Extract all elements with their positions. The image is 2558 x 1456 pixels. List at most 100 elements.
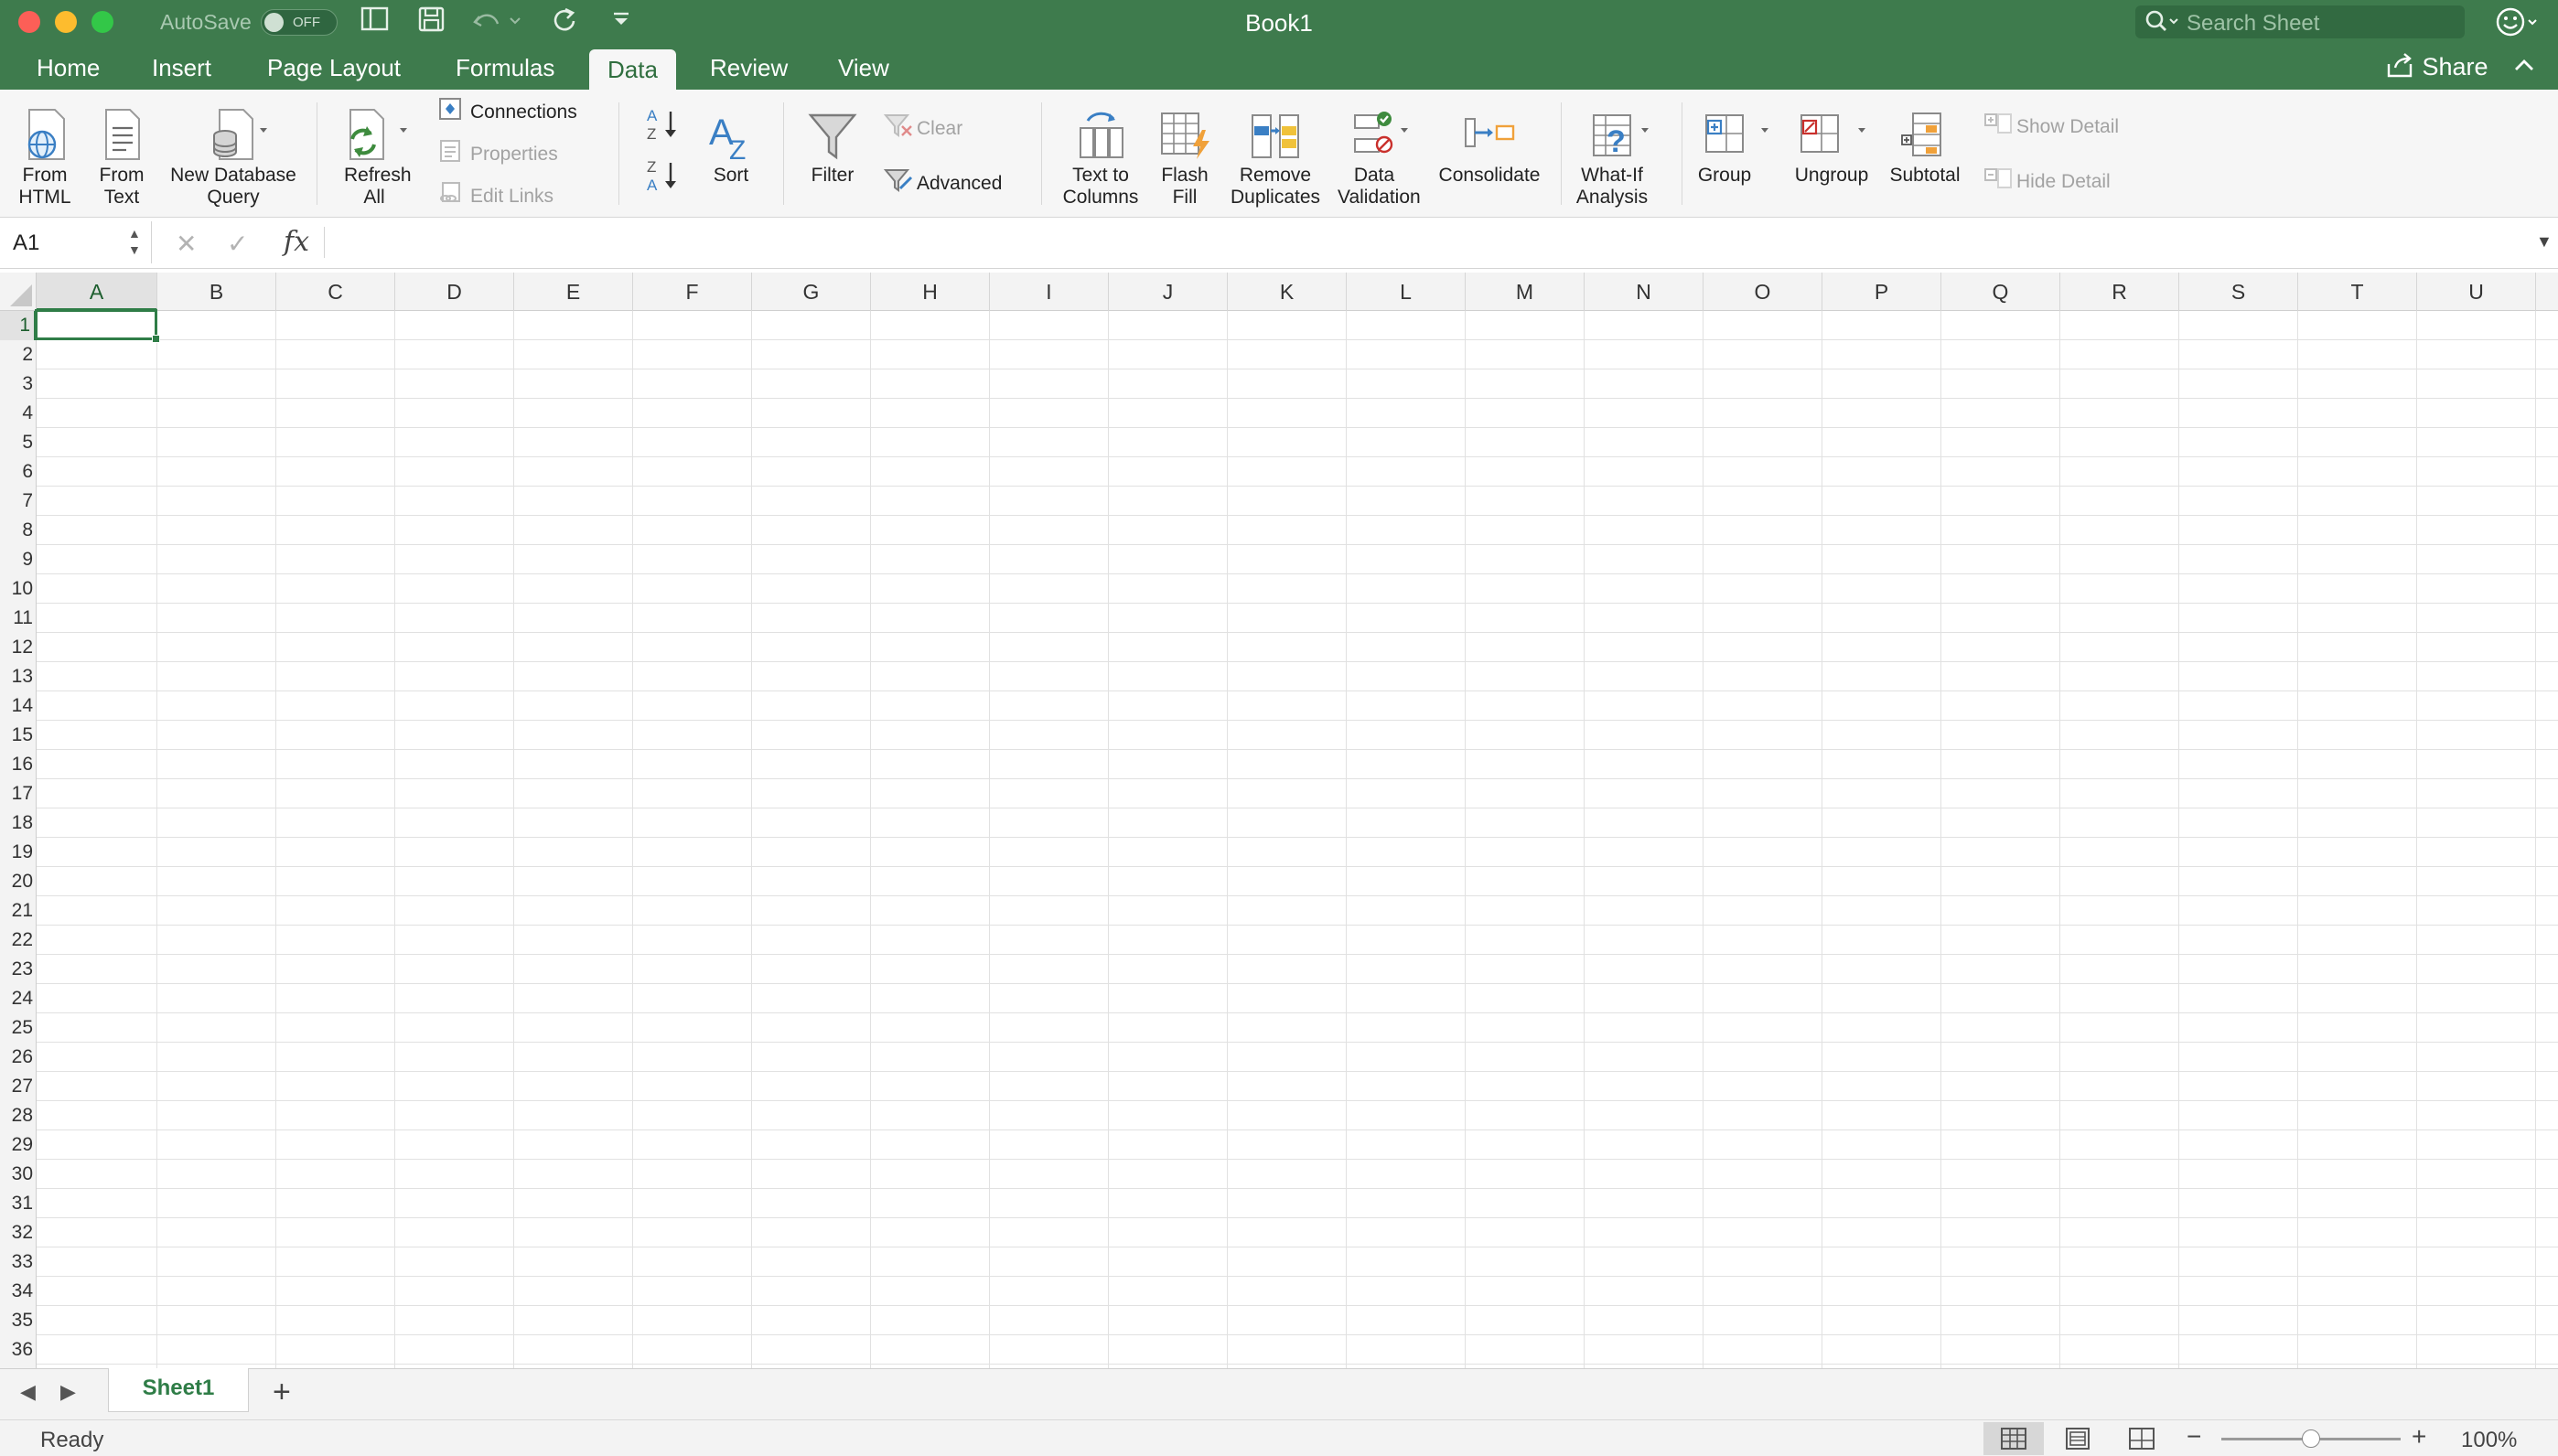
advanced-filter-button[interactable]: Advanced bbox=[883, 166, 1002, 194]
from-html-button[interactable]: From HTML bbox=[9, 104, 81, 209]
page-break-preview-button[interactable] bbox=[2112, 1422, 2172, 1455]
zoom-out-button[interactable]: − bbox=[2187, 1422, 2201, 1451]
row-header-16[interactable]: 16 bbox=[0, 750, 37, 779]
sheet-tab[interactable]: Sheet1 bbox=[108, 1368, 249, 1412]
collapse-ribbon-icon[interactable] bbox=[2512, 51, 2536, 85]
row-header-15[interactable]: 15 bbox=[0, 721, 37, 750]
refresh-all-button[interactable]: Refresh All bbox=[328, 104, 423, 209]
name-box[interactable]: A1 ▲ ▼ bbox=[0, 221, 152, 263]
column-header-a[interactable]: A bbox=[37, 273, 157, 311]
column-header-q[interactable]: Q bbox=[1941, 273, 2060, 311]
what-if-analysis-button[interactable]: ? What-If Analysis bbox=[1572, 104, 1667, 209]
tab-formulas[interactable]: Formulas bbox=[437, 46, 573, 90]
zoom-slider-thumb[interactable] bbox=[2302, 1429, 2320, 1448]
row-header-3[interactable]: 3 bbox=[0, 369, 37, 399]
row-header-6[interactable]: 6 bbox=[0, 457, 37, 487]
minimize-window-button[interactable] bbox=[55, 11, 77, 33]
filter-button[interactable]: Filter bbox=[798, 104, 867, 187]
zoom-in-button[interactable]: + bbox=[2412, 1422, 2426, 1451]
row-header-25[interactable]: 25 bbox=[0, 1013, 37, 1043]
row-header-35[interactable]: 35 bbox=[0, 1306, 37, 1335]
column-header-r[interactable]: R bbox=[2060, 273, 2179, 311]
column-header-i[interactable]: I bbox=[990, 273, 1109, 311]
subtotal-button[interactable]: Subtotal bbox=[1881, 104, 1969, 187]
column-header-l[interactable]: L bbox=[1347, 273, 1466, 311]
connections-button[interactable]: Connections bbox=[437, 97, 577, 124]
properties-button[interactable]: Properties bbox=[437, 139, 558, 166]
sort-descending-button[interactable]: ZA bbox=[640, 155, 686, 205]
close-window-button[interactable] bbox=[18, 11, 40, 33]
row-header-18[interactable]: 18 bbox=[0, 808, 37, 838]
expand-formula-bar-icon[interactable]: ▼ bbox=[2536, 232, 2553, 252]
column-header-p[interactable]: P bbox=[1822, 273, 1941, 311]
row-header-9[interactable]: 9 bbox=[0, 545, 37, 574]
zoom-level[interactable]: 100% bbox=[2461, 1428, 2517, 1453]
hide-detail-button[interactable]: Hide Detail bbox=[1983, 166, 2111, 194]
cancel-entry-icon[interactable]: ✕ bbox=[176, 229, 197, 259]
page-layout-view-button[interactable] bbox=[2047, 1422, 2108, 1455]
search-sheet-input[interactable]: Search Sheet bbox=[2135, 5, 2465, 38]
row-header-17[interactable]: 17 bbox=[0, 779, 37, 808]
sort-ascending-button[interactable]: AZ bbox=[640, 104, 686, 154]
sort-button[interactable]: AZ Sort bbox=[701, 104, 761, 187]
row-header-14[interactable]: 14 bbox=[0, 691, 37, 721]
row-header-12[interactable]: 12 bbox=[0, 633, 37, 662]
row-header-27[interactable]: 27 bbox=[0, 1072, 37, 1101]
column-header-h[interactable]: H bbox=[871, 273, 990, 311]
row-header-20[interactable]: 20 bbox=[0, 867, 37, 896]
save-icon[interactable] bbox=[417, 5, 446, 41]
row-header-7[interactable]: 7 bbox=[0, 487, 37, 516]
confirm-entry-icon[interactable]: ✓ bbox=[227, 229, 248, 259]
column-header-m[interactable]: M bbox=[1466, 273, 1585, 311]
column-header-u[interactable]: U bbox=[2417, 273, 2536, 311]
tab-home[interactable]: Home bbox=[18, 46, 118, 90]
tab-data[interactable]: Data bbox=[589, 49, 676, 90]
cell-area[interactable] bbox=[35, 309, 2558, 1368]
row-header-11[interactable]: 11 bbox=[0, 604, 37, 633]
row-header-4[interactable]: 4 bbox=[0, 399, 37, 428]
column-header-n[interactable]: N bbox=[1585, 273, 1704, 311]
next-sheet-icon[interactable]: ▶ bbox=[60, 1380, 76, 1404]
edit-links-button[interactable]: Edit Links bbox=[437, 181, 554, 209]
column-header-c[interactable]: C bbox=[276, 273, 395, 311]
autosave-toggle[interactable]: OFF bbox=[261, 9, 338, 36]
row-header-22[interactable]: 22 bbox=[0, 926, 37, 955]
column-header-e[interactable]: E bbox=[514, 273, 633, 311]
new-database-query-button[interactable]: New Database Query bbox=[161, 104, 306, 209]
column-header-o[interactable]: O bbox=[1704, 273, 1822, 311]
row-header-10[interactable]: 10 bbox=[0, 574, 37, 604]
row-header-29[interactable]: 29 bbox=[0, 1130, 37, 1160]
select-all-button[interactable] bbox=[0, 273, 37, 311]
add-sheet-icon[interactable]: + bbox=[273, 1375, 291, 1410]
remove-duplicates-button[interactable]: Remove Duplicates bbox=[1222, 104, 1328, 209]
from-text-button[interactable]: From Text bbox=[90, 104, 154, 209]
column-header-b[interactable]: B bbox=[157, 273, 276, 311]
row-header-33[interactable]: 33 bbox=[0, 1247, 37, 1277]
clear-button[interactable]: Clear bbox=[883, 112, 962, 139]
row-header-32[interactable]: 32 bbox=[0, 1218, 37, 1247]
maximize-window-button[interactable] bbox=[91, 11, 113, 33]
sidebar-toggle-icon[interactable] bbox=[360, 5, 390, 41]
text-to-columns-button[interactable]: Text to Columns bbox=[1054, 104, 1147, 209]
undo-icon[interactable] bbox=[472, 5, 523, 41]
row-header-31[interactable]: 31 bbox=[0, 1189, 37, 1218]
row-header-24[interactable]: 24 bbox=[0, 984, 37, 1013]
row-header-19[interactable]: 19 bbox=[0, 838, 37, 867]
tab-insert[interactable]: Insert bbox=[134, 46, 230, 90]
customize-toolbar-icon[interactable] bbox=[611, 5, 631, 41]
row-header-23[interactable]: 23 bbox=[0, 955, 37, 984]
column-header-k[interactable]: K bbox=[1228, 273, 1347, 311]
row-header-26[interactable]: 26 bbox=[0, 1043, 37, 1072]
data-validation-button[interactable]: Data Validation bbox=[1338, 104, 1425, 209]
feedback-smiley-icon[interactable] bbox=[2494, 4, 2542, 48]
ungroup-button[interactable]: Ungroup bbox=[1788, 104, 1876, 187]
column-header-s[interactable]: S bbox=[2179, 273, 2298, 311]
row-header-1[interactable]: 1 bbox=[0, 311, 37, 340]
column-header-d[interactable]: D bbox=[395, 273, 514, 311]
consolidate-button[interactable]: Consolidate bbox=[1433, 104, 1546, 187]
tab-view[interactable]: View bbox=[820, 46, 908, 90]
row-header-21[interactable]: 21 bbox=[0, 896, 37, 926]
previous-sheet-icon[interactable]: ◀ bbox=[20, 1380, 36, 1404]
row-header-13[interactable]: 13 bbox=[0, 662, 37, 691]
row-header-2[interactable]: 2 bbox=[0, 340, 37, 369]
